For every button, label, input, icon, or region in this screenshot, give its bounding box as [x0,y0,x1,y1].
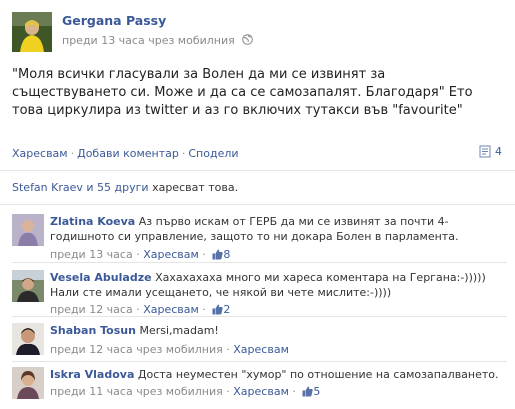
comment-like-count[interactable]: 5 [313,385,320,398]
like-link[interactable]: Харесвам [12,147,68,160]
author-avatar[interactable] [12,12,52,52]
post-actions: Харесвам · Добави коментар · Сподели 4 [12,145,502,160]
divider [12,361,507,362]
divider [12,316,507,317]
comment-like-link[interactable]: Харесвам [233,343,289,356]
post-meta: преди 13 часа чрез мобилния [62,34,254,48]
comment-like-link[interactable]: Харесвам [233,385,289,398]
separator-dot: · [181,147,186,160]
thumbs-up-icon [212,249,223,263]
globe-icon [242,34,254,48]
commenter-photo-icon [12,270,44,302]
post-author-name[interactable]: Gergana Passy [62,13,166,28]
comment-text-block: Iskra Vladova Доста неуместен "хумор" по… [50,367,505,382]
comment-text-block: Zlatina Koeva Аз първо искам от ГЕРБ да … [50,214,505,244]
thumbs-up-icon [302,386,314,400]
comment-text-block: Shaban Tosun Mersi,madam! [50,323,505,338]
commenter-avatar[interactable] [12,367,44,399]
commenter-name[interactable]: Shaban Tosun [50,324,136,337]
add-comment-link[interactable]: Добави коментар [77,147,179,160]
comment-meta: преди 13 часа · Харесвам · 8 [50,248,231,263]
author-photo-icon [12,12,52,52]
comment-text: Mersi,madam! [139,324,219,337]
divider [0,170,515,171]
commenter-name[interactable]: Vesela Abuladze [50,271,152,284]
likes-suffix: харесват това. [152,181,239,194]
comment-text: Доста неуместен "хумор" по отношение на … [137,368,499,381]
comment-text-block: Vesela Abuladze Хахахахаха много ми харе… [50,270,505,300]
commenter-name[interactable]: Iskra Vladova [50,368,134,381]
commenter-photo-icon [12,214,44,246]
separator-dot: · [70,147,75,160]
comment-time[interactable]: преди 12 часа [50,303,133,316]
comment-like-count[interactable]: 8 [223,248,230,261]
commenter-avatar[interactable] [12,270,44,302]
commenter-photo-icon [12,367,44,399]
comment-icon [479,145,491,158]
likes-summary: Stefan Kraev и 55 други харесват това. [12,181,238,194]
likers-link[interactable]: Stefan Kraev и 55 други [12,181,149,194]
comment-count-value: 4 [495,145,502,158]
commenter-photo-icon [12,323,44,355]
comment-meta: преди 11 часа чрез мобилния · Харесвам ·… [50,385,321,400]
post-body-text: "Моля всички гласували за Волен да ми се… [12,67,473,118]
comment-like-count[interactable]: 2 [223,303,230,316]
commenter-avatar[interactable] [12,323,44,355]
comment-like-link[interactable]: Харесвам [143,303,199,316]
comment-time[interactable]: преди 13 часа [50,248,133,261]
divider [0,204,515,205]
comment-time[interactable]: преди 11 часа чрез мобилния [50,385,223,398]
comment-time[interactable]: преди 12 часа чрез мобилния [50,343,223,356]
divider [12,262,507,263]
commenter-name[interactable]: Zlatina Koeva [50,215,135,228]
comment-like-link[interactable]: Харесвам [143,248,199,261]
share-link[interactable]: Сподели [188,147,238,160]
comment-count[interactable]: 4 [479,145,502,158]
facebook-post: Gergana Passy преди 13 часа чрез мобилни… [0,0,515,409]
post-timestamp[interactable]: преди 13 часа чрез мобилния [62,34,235,47]
commenter-avatar[interactable] [12,214,44,246]
comment-meta: преди 12 часа чрез мобилния · Харесвам [50,343,289,356]
